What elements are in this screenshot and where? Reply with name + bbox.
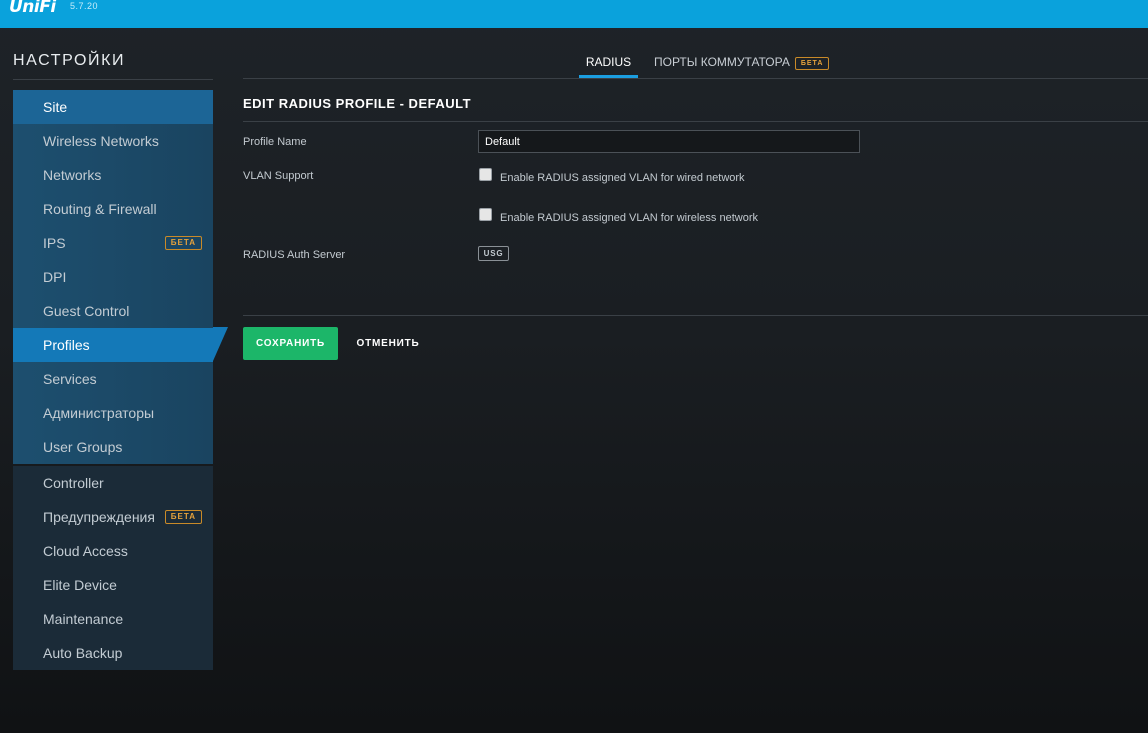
sidebar-item-dpi[interactable]: DPI <box>13 260 213 294</box>
profile-name-input[interactable] <box>478 130 860 153</box>
sidebar-item-label: Elite Device <box>43 577 117 593</box>
tabs-divider <box>243 78 1148 79</box>
vlan-wireless-label[interactable]: Enable RADIUS assigned VLAN for wireless… <box>500 212 758 224</box>
sidebar-item-label: Guest Control <box>43 303 130 319</box>
beta-badge: БЕТА <box>164 510 202 524</box>
active-item-pointer <box>213 327 228 361</box>
profile-name-label: Profile Name <box>243 136 307 148</box>
sidebar-item-auto-backup[interactable]: Auto Backup <box>13 636 213 670</box>
top-bar: UniFi 5.7.20 <box>0 0 1148 28</box>
sidebar-item-user-groups[interactable]: User Groups <box>13 430 213 464</box>
sidebar-item-site[interactable]: Site <box>13 90 213 124</box>
unifi-logo[interactable]: UniFi <box>9 0 56 17</box>
sidebar-item-label: Profiles <box>43 337 90 353</box>
sidebar-item-administrators[interactable]: Администраторы <box>13 396 213 430</box>
vlan-support-label: VLAN Support <box>243 170 314 182</box>
sidebar-item-maintenance[interactable]: Maintenance <box>13 602 213 636</box>
sidebar-item-elite-device[interactable]: Elite Device <box>13 568 213 602</box>
tab-label: ПОРТЫ КОММУТАТОРА <box>654 55 790 69</box>
sidebar-item-networks[interactable]: Networks <box>13 158 213 192</box>
sidebar-item-ips[interactable]: IPS БЕТА <box>13 226 213 260</box>
sidebar-divider <box>13 79 213 80</box>
title-divider <box>243 121 1148 122</box>
sidebar-item-guest-control[interactable]: Guest Control <box>13 294 213 328</box>
vlan-wired-label[interactable]: Enable RADIUS assigned VLAN for wired ne… <box>500 172 745 184</box>
vlan-wired-checkbox[interactable] <box>479 168 492 181</box>
sidebar-item-wireless-networks[interactable]: Wireless Networks <box>13 124 213 158</box>
sidebar-item-label: Routing & Firewall <box>43 201 157 217</box>
tab-switch-ports[interactable]: ПОРТЫ КОММУТАТОРА БЕТА <box>654 48 830 78</box>
sidebar-item-label: Администраторы <box>43 405 155 421</box>
sidebar-title: НАСТРОЙКИ <box>13 52 126 69</box>
sidebar-item-cloud-access[interactable]: Cloud Access <box>13 534 213 568</box>
version-label: 5.7.20 <box>70 1 99 11</box>
sidebar-item-controller[interactable]: Controller <box>13 466 213 500</box>
cancel-button[interactable]: ОТМЕНИТЬ <box>347 327 429 360</box>
sidebar-item-alerts[interactable]: Предупреждения БЕТА <box>13 500 213 534</box>
form-divider <box>243 315 1148 316</box>
beta-badge: БЕТА <box>164 236 202 250</box>
sidebar-item-services[interactable]: Services <box>13 362 213 396</box>
sidebar-item-label: Maintenance <box>43 611 124 627</box>
tab-radius[interactable]: RADIUS <box>579 48 638 78</box>
save-button[interactable]: СОХРАНИТЬ <box>243 327 338 360</box>
sidebar-item-label: IPS <box>43 235 66 251</box>
sidebar-item-label: Services <box>43 371 97 387</box>
sidebar-item-label: Controller <box>43 475 104 491</box>
sidebar-item-routing-firewall[interactable]: Routing & Firewall <box>13 192 213 226</box>
sidebar-site-group: Site Wireless Networks Networks Routing … <box>13 90 213 464</box>
sidebar-item-profiles[interactable]: Profiles <box>13 328 213 362</box>
sidebar-controller-group: Controller Предупреждения БЕТА Cloud Acce… <box>13 466 213 670</box>
sidebar-item-label: Wireless Networks <box>43 133 159 149</box>
usg-badge: USG <box>478 246 509 261</box>
beta-badge: БЕТА <box>794 57 830 70</box>
sidebar-item-label: Cloud Access <box>43 543 128 559</box>
sidebar-item-label: Site <box>43 99 68 115</box>
sidebar-item-label: Auto Backup <box>43 645 123 661</box>
sidebar-item-label: Networks <box>43 167 102 183</box>
sidebar-item-label: User Groups <box>43 439 123 455</box>
vlan-wireless-checkbox[interactable] <box>479 208 492 221</box>
sidebar-item-label: Предупреждения <box>43 509 155 525</box>
page-title: EDIT RADIUS PROFILE - DEFAULT <box>243 96 472 111</box>
radius-auth-server-label: RADIUS Auth Server <box>243 249 346 261</box>
sidebar-item-label: DPI <box>43 269 67 285</box>
